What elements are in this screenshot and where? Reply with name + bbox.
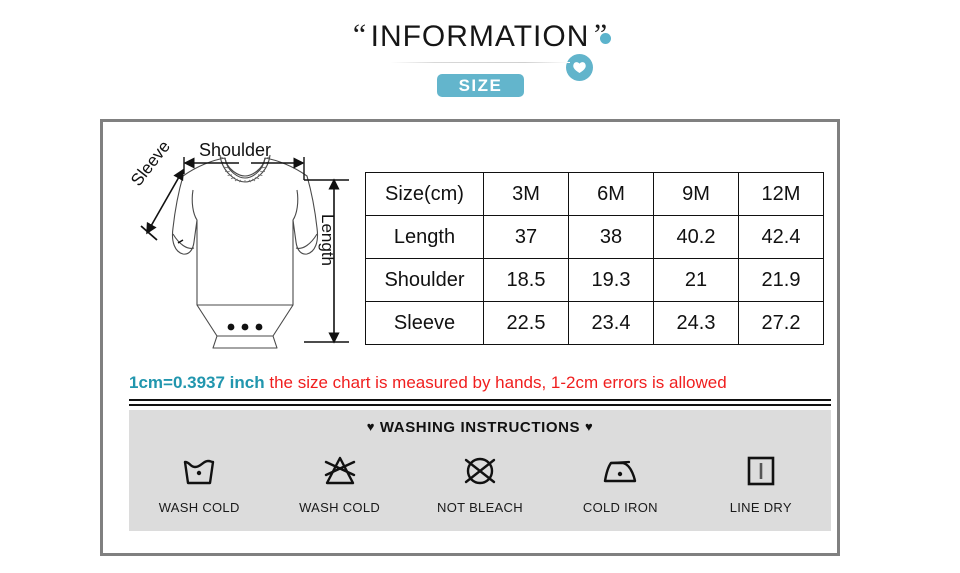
row-label: Length bbox=[365, 215, 484, 259]
conversion-text: 1cm=0.3937 inch bbox=[129, 373, 265, 392]
row-label: Shoulder bbox=[365, 258, 484, 302]
table-header-cell: 3M bbox=[483, 172, 569, 216]
no-bleach-triangle-icon bbox=[280, 448, 400, 494]
table-cell: 23.4 bbox=[568, 301, 654, 345]
table-header-cell: 12M bbox=[738, 172, 824, 216]
header: “ INFORMATION ” SIZE bbox=[0, 0, 960, 112]
table-cell: 19.3 bbox=[568, 258, 654, 302]
page-title-text: INFORMATION bbox=[370, 20, 590, 53]
divider-line-bottom bbox=[129, 404, 831, 406]
table-header-cell: Size(cm) bbox=[365, 172, 484, 216]
table-cell: 27.2 bbox=[738, 301, 824, 345]
divider-line-top bbox=[129, 399, 831, 401]
row-label: Sleeve bbox=[365, 301, 484, 345]
title-underline bbox=[390, 62, 570, 63]
size-chart-page: “ INFORMATION ” SIZE bbox=[0, 0, 960, 573]
washing-symbols-list: WASH COLD WASH COLD NOT BLEACH COLD IRON… bbox=[129, 448, 831, 515]
wash-item-caption: LINE DRY bbox=[729, 500, 792, 515]
iron-one-dot-icon bbox=[560, 448, 680, 494]
wash-item-caption: WASH COLD bbox=[299, 500, 381, 515]
table-cell: 38 bbox=[568, 215, 654, 259]
heart-left-icon: ♥ bbox=[366, 419, 376, 434]
table-row: Shoulder 18.5 19.3 21 21.9 bbox=[365, 258, 824, 302]
table-row: Sleeve 22.5 23.4 24.3 27.2 bbox=[365, 301, 824, 345]
table-cell: 18.5 bbox=[483, 258, 569, 302]
size-table: Size(cm) 3M 6M 9M 12M Length 37 38 40.2 … bbox=[365, 172, 824, 345]
disclaimer-text: the size chart is measured by hands, 1-2… bbox=[264, 373, 727, 392]
washing-title-text: WASHING INSTRUCTIONS bbox=[379, 419, 581, 436]
length-label: Length bbox=[318, 214, 337, 266]
washing-instructions-panel: ♥ WASHING INSTRUCTIONS ♥ WASH COLD WASH … bbox=[129, 410, 831, 531]
no-dryclean-circle-icon bbox=[420, 448, 540, 494]
table-header-cell: 9M bbox=[653, 172, 739, 216]
shoulder-label: Shoulder bbox=[199, 140, 272, 160]
page-title: “ INFORMATION ” bbox=[0, 20, 960, 54]
wash-item-not-bleach: NOT BLEACH bbox=[420, 448, 540, 515]
wash-item-line-dry: LINE DRY bbox=[701, 448, 821, 515]
quote-open: “ bbox=[352, 18, 367, 51]
line-dry-square-icon bbox=[701, 448, 821, 494]
content-frame: Shoulder Sleeve Length Size(cm) 3M 6M 9M… bbox=[100, 119, 840, 556]
washing-instructions-title: ♥ WASHING INSTRUCTIONS ♥ bbox=[129, 419, 831, 436]
wash-item-caption: NOT BLEACH bbox=[437, 500, 523, 515]
table-header-row: Size(cm) 3M 6M 9M 12M bbox=[365, 172, 824, 216]
table-cell: 24.3 bbox=[653, 301, 739, 345]
wash-item-caption: COLD IRON bbox=[582, 500, 658, 515]
measurement-note: 1cm=0.3937 inch the size chart is measur… bbox=[129, 373, 817, 393]
wash-item-no-bleach-triangle: WASH COLD bbox=[280, 448, 400, 515]
table-cell: 21 bbox=[653, 258, 739, 302]
dot-accent-icon bbox=[600, 33, 611, 44]
table-row: Length 37 38 40.2 42.4 bbox=[365, 215, 824, 259]
wash-tub-icon bbox=[139, 448, 259, 494]
wash-item-caption: WASH COLD bbox=[158, 500, 240, 515]
size-badge: SIZE bbox=[437, 74, 524, 97]
chat-bubble-icon bbox=[566, 54, 593, 81]
table-cell: 42.4 bbox=[738, 215, 824, 259]
heart-right-icon: ♥ bbox=[584, 419, 594, 434]
table-cell: 37 bbox=[483, 215, 569, 259]
wash-item-wash-cold: WASH COLD bbox=[139, 448, 259, 515]
wash-item-cold-iron: COLD IRON bbox=[560, 448, 680, 515]
table-cell: 40.2 bbox=[653, 215, 739, 259]
garment-diagram: Shoulder Sleeve Length bbox=[121, 130, 369, 362]
chat-bubble-inner-shape bbox=[573, 62, 586, 73]
table-cell: 22.5 bbox=[483, 301, 569, 345]
table-cell: 21.9 bbox=[738, 258, 824, 302]
table-header-cell: 6M bbox=[568, 172, 654, 216]
